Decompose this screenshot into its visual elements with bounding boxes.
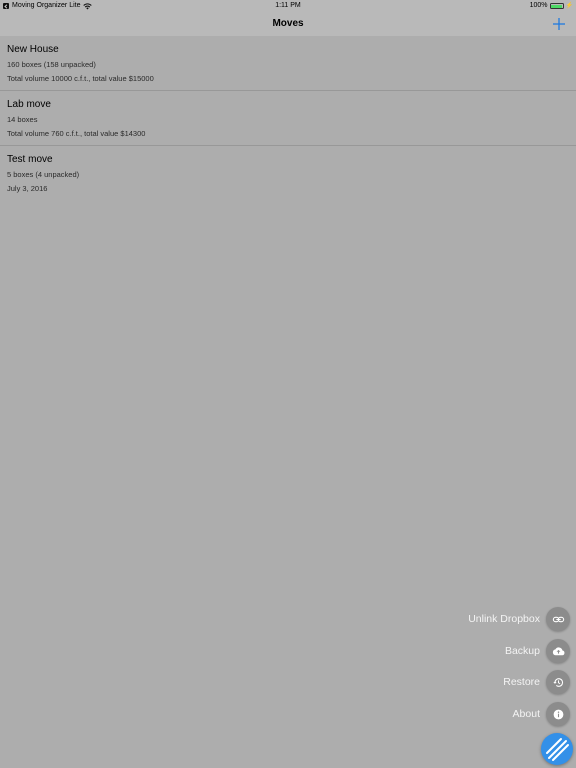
status-bar: Moving Organizer Lite 1:11 PM 100% ⚡ [0,0,576,12]
fab-item-about[interactable]: About [513,702,570,726]
about-button[interactable] [546,702,570,726]
backup-button[interactable] [546,639,570,663]
page-title: Moves [272,18,304,29]
battery-icon [549,3,564,9]
plus-icon [553,18,565,30]
fab-item-unlink-dropbox[interactable]: Unlink Dropbox [468,607,570,631]
fab-item-label: Unlink Dropbox [468,613,540,625]
battery-percent: 100% [529,2,548,9]
status-time: 1:11 PM [275,2,301,9]
fab-item-label: Backup [504,645,540,657]
fab-item-label: Restore [503,676,540,688]
fab-item-label: About [512,708,540,720]
fab-item-backup[interactable]: Backup [505,639,570,663]
fab-item-restore[interactable]: Restore [503,670,570,694]
charging-icon: ⚡ [565,3,573,9]
restore-button[interactable] [546,670,570,694]
navigation-bar: Moves [0,12,576,36]
stripes-icon [546,738,569,761]
unlink-dropbox-button[interactable] [546,607,570,631]
add-move-button[interactable] [550,15,568,33]
link-icon [552,616,564,622]
main-fab-button[interactable] [541,733,573,765]
history-icon [552,677,563,687]
info-icon [553,709,563,719]
dim-overlay[interactable] [0,36,576,768]
cloud-upload-icon [552,646,564,655]
status-battery: 100% ⚡ [530,0,573,12]
